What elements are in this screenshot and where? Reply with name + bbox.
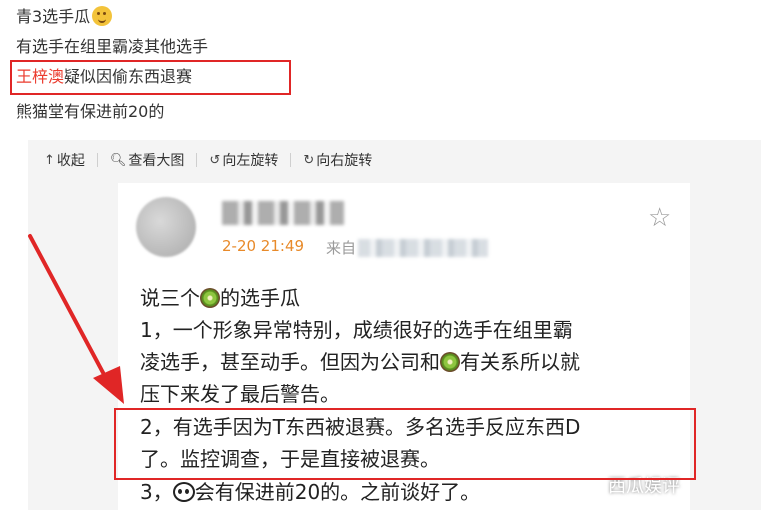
red-arrow-icon [28,234,124,404]
